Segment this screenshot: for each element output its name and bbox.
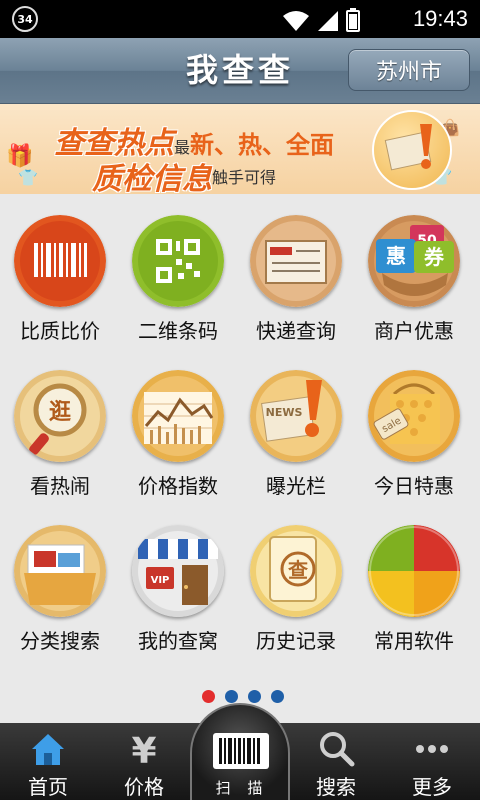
news-glyph: NEWS: [266, 406, 303, 419]
grid-item-label: 我的查窝: [138, 629, 218, 653]
vip-glyph: VIP: [151, 575, 170, 586]
tab-label: 更多: [412, 775, 452, 799]
grid-item-label: 常用软件: [374, 629, 454, 653]
coupon-icon: 50 惠 券: [368, 215, 460, 307]
tab-label: 首页: [28, 775, 68, 799]
grid-item-compare[interactable]: 比质比价: [0, 200, 120, 350]
grid-item-label: 快递查询: [256, 319, 336, 343]
banner-tagline: 触手可得: [212, 168, 277, 187]
grid-item-today-deal[interactable]: sale 今日特惠: [354, 355, 474, 505]
qrcode-icon: [132, 215, 224, 307]
tab-label: 搜索: [316, 775, 356, 799]
magnifier-icon: 逛: [14, 370, 106, 462]
signal-icon: [318, 11, 338, 31]
grid-item-apps[interactable]: 常用软件: [354, 510, 474, 660]
folder-icon: [14, 525, 106, 617]
sale-tag-icon: sale: [368, 370, 460, 462]
grid-item-merchant[interactable]: 50 惠 券 商户优惠: [354, 200, 474, 350]
page-dot[interactable]: [271, 690, 284, 703]
banner-headline-2: 质检信息: [92, 162, 212, 194]
parcel-icon: [250, 215, 342, 307]
clock: 19:43: [412, 6, 468, 31]
grid-item-label: 价格指数: [138, 474, 218, 498]
apps-icon: [368, 525, 460, 617]
scan-label: 扫 描: [215, 779, 269, 797]
tab-search[interactable]: 搜索: [288, 723, 384, 800]
magnifier-glyph: 逛: [49, 399, 71, 425]
grid-item-express[interactable]: 快递查询: [236, 200, 356, 350]
page-dot[interactable]: [225, 690, 238, 703]
wifi-icon: [283, 11, 309, 31]
more-icon: [416, 745, 448, 753]
tab-label: 价格: [124, 775, 164, 799]
grid-item-label: 看热闹: [30, 474, 90, 498]
tab-price[interactable]: ¥ 价格: [96, 723, 192, 800]
city-select-button[interactable]: 苏州市: [348, 49, 470, 91]
grid-item-browse[interactable]: 逛 看热闹: [0, 355, 120, 505]
chart-icon: [132, 370, 224, 462]
notification-badge: 34: [12, 6, 38, 32]
tab-more[interactable]: 更多: [384, 723, 480, 800]
coupon-char-b: 券: [423, 245, 445, 269]
grid-item-qrcode[interactable]: 二维条码: [118, 200, 238, 350]
page-dot-active[interactable]: [202, 690, 215, 703]
news-alert-icon: NEWS: [250, 370, 342, 462]
barcode-scan-icon: [213, 733, 269, 769]
tab-home[interactable]: 首页: [0, 723, 96, 800]
status-bar: 34 19:43: [0, 0, 480, 38]
grid-item-history[interactable]: 查 历史记录: [236, 510, 356, 660]
gift-icon: 🎁: [6, 144, 34, 169]
search-icon: [320, 732, 355, 767]
grid-item-label: 历史记录: [256, 629, 336, 653]
scan-button[interactable]: 扫 描: [190, 703, 290, 800]
grid-item-label: 比质比价: [20, 319, 100, 343]
grid-item-category[interactable]: 分类搜索: [0, 510, 120, 660]
battery-icon: [346, 8, 360, 32]
grid-item-label: 二维条码: [138, 319, 218, 343]
grid-item-label: 分类搜索: [20, 629, 100, 653]
grid-item-exposure[interactable]: NEWS 曝光栏: [236, 355, 356, 505]
grid-item-label: 今日特惠: [374, 474, 454, 498]
page-indicator: [0, 690, 480, 703]
promo-banner[interactable]: 🎁 👕 👜 👕 查查热点最新、热、全面 质检信息触手可得: [0, 104, 480, 194]
news-alert-icon: [372, 110, 452, 190]
history-glyph: 查: [288, 558, 308, 582]
shirt-icon: 👕: [18, 168, 38, 187]
barcode-icon: [14, 215, 106, 307]
grid-item-my-nest[interactable]: VIP 我的查窝: [118, 510, 238, 660]
coupon-char-a: 惠: [386, 244, 406, 268]
home-icon: [32, 734, 64, 765]
title-bar: 我查查 苏州市: [0, 38, 480, 104]
grid-item-label: 曝光栏: [266, 474, 326, 498]
history-icon: 查: [250, 525, 342, 617]
page-dot[interactable]: [248, 690, 261, 703]
shop-icon: VIP: [132, 525, 224, 617]
yen-glyph: ¥: [131, 731, 156, 769]
status-icons: [282, 8, 360, 32]
grid-item-label: 商户优惠: [374, 319, 454, 343]
yen-icon: ¥: [131, 731, 156, 769]
banner-line-2: 质检信息触手可得: [92, 154, 276, 194]
grid-item-price-index[interactable]: 价格指数: [118, 355, 238, 505]
